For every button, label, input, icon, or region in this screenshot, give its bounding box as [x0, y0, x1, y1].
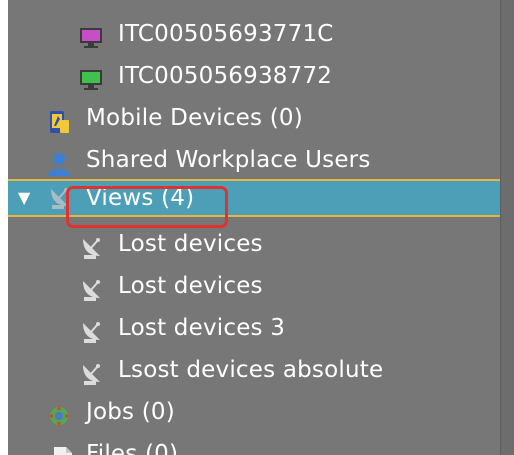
tree-item-label: Lsost devices absolute [118, 357, 384, 383]
tree-item-label: Shared Workplace Users [86, 147, 371, 173]
satellite-dish-icon [79, 274, 103, 301]
navigation-tree: ITC00505693771C ITC005056938772 Mobile D… [8, 0, 500, 455]
jobs-gear-icon [47, 400, 71, 427]
tree-item-files[interactable]: Files (0) [8, 433, 500, 455]
tree-item-jobs[interactable]: Jobs (0) [8, 391, 500, 433]
tree-item-view-lost-devices-absolute[interactable]: Lsost devices absolute [8, 349, 500, 391]
tree-item-label: Lost devices [118, 231, 263, 257]
tree-item-label: Jobs (0) [86, 399, 175, 425]
user-icon [47, 148, 71, 176]
expand-arrow-icon[interactable]: ▼ [18, 181, 30, 215]
tree-item-label: ITC00505693771C [118, 21, 334, 47]
tree-item-label: Mobile Devices (0) [86, 105, 303, 131]
tree-item-view-lost-devices-2[interactable]: Lost devices [8, 265, 500, 307]
tree-item-computer-1[interactable]: ITC00505693771C [8, 13, 500, 55]
annotation-highlight-box [66, 186, 228, 228]
tree-item-label: Lost devices 3 [118, 315, 286, 341]
tree-item-label: ITC005056938772 [118, 63, 333, 89]
mobile-devices-icon [47, 106, 71, 133]
tree-item-view-lost-devices[interactable]: Lost devices [8, 223, 500, 265]
tree-item-label: Lost devices [118, 273, 263, 299]
tree-item-shared-workplace-users[interactable]: Shared Workplace Users [8, 139, 500, 181]
tree-item-label: Files (0) [86, 441, 179, 455]
tree-item-mobile-devices[interactable]: Mobile Devices (0) [8, 97, 500, 139]
vertical-scrollbar[interactable] [500, 0, 514, 455]
monitor-green-icon [79, 64, 103, 90]
monitor-purple-icon [79, 22, 103, 48]
satellite-dish-icon [79, 232, 103, 259]
satellite-dish-icon [79, 316, 103, 343]
tree-item-view-lost-devices-3[interactable]: Lost devices 3 [8, 307, 500, 349]
file-icon [51, 442, 75, 455]
tree-item-computer-2[interactable]: ITC005056938772 [8, 55, 500, 97]
satellite-dish-icon [79, 358, 103, 385]
